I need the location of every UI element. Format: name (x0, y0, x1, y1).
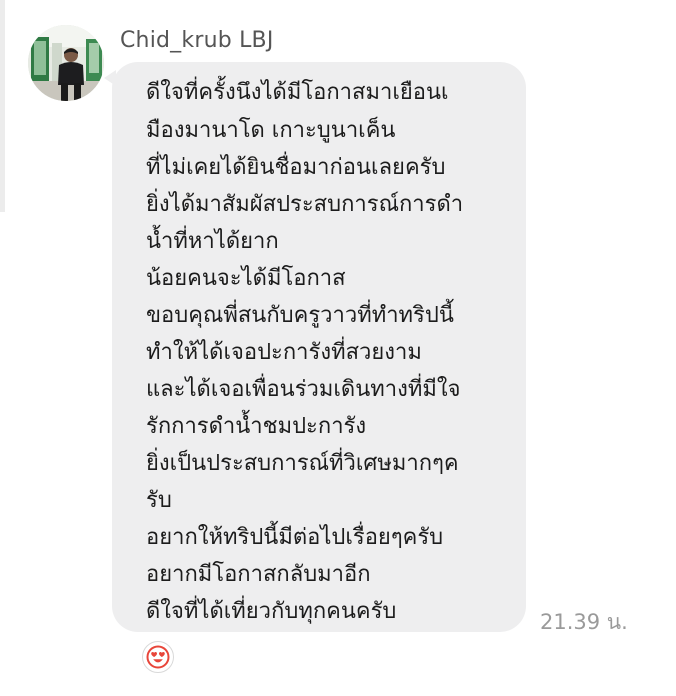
message-line: ดีใจที่ครั้งนึงได้มีโอกาสมาเยือนเ (146, 80, 449, 105)
heart-eyes-emoji-icon (146, 645, 170, 669)
message-timestamp: 21.39 น. (540, 610, 628, 634)
avatar-photo (28, 25, 104, 101)
message-line: และได้เจอเพื่อนร่วมเดินทางที่มีใจ (146, 377, 461, 402)
message-line: รับ (146, 488, 172, 513)
sender-name: Chid_krub LBJ (120, 28, 274, 53)
message-line: ดีใจที่ได้เที่ยวกับทุกคนครับ (146, 599, 397, 624)
message-line: น้อยคนจะได้มีโอกาส (146, 266, 346, 291)
reaction-badge[interactable] (142, 641, 174, 673)
message-line: มืองมานาโด เกาะบูนาเค็น (146, 118, 396, 143)
message-line: น้ำที่หาได้ยาก (146, 229, 279, 254)
message-line: อยากมีโอกาสกลับมาอีก (146, 562, 371, 587)
message-line: ที่ไม่เคยได้ยินชื่อมาก่อนเลยครับ (146, 155, 446, 180)
message-line: ยิ่งได้มาสัมผัสประสบการณ์การดำ (146, 192, 464, 217)
left-panel-divider (0, 0, 5, 212)
message-line: ขอบคุณพี่สนกับครูวาวที่ทำทริปนี้ (146, 303, 454, 328)
sender-avatar[interactable] (28, 25, 104, 101)
message-line: รักการดำน้ำชมปะการัง (146, 414, 367, 439)
message-line: ทำให้ได้เจอปะการังที่สวยงาม (146, 340, 422, 365)
message-line: ยิ่งเป็นประสบการณ์ที่วิเศษมากๆค (146, 451, 459, 476)
message-line: อยากให้ทริปนี้มีต่อไปเรื่อยๆครับ (146, 525, 444, 550)
